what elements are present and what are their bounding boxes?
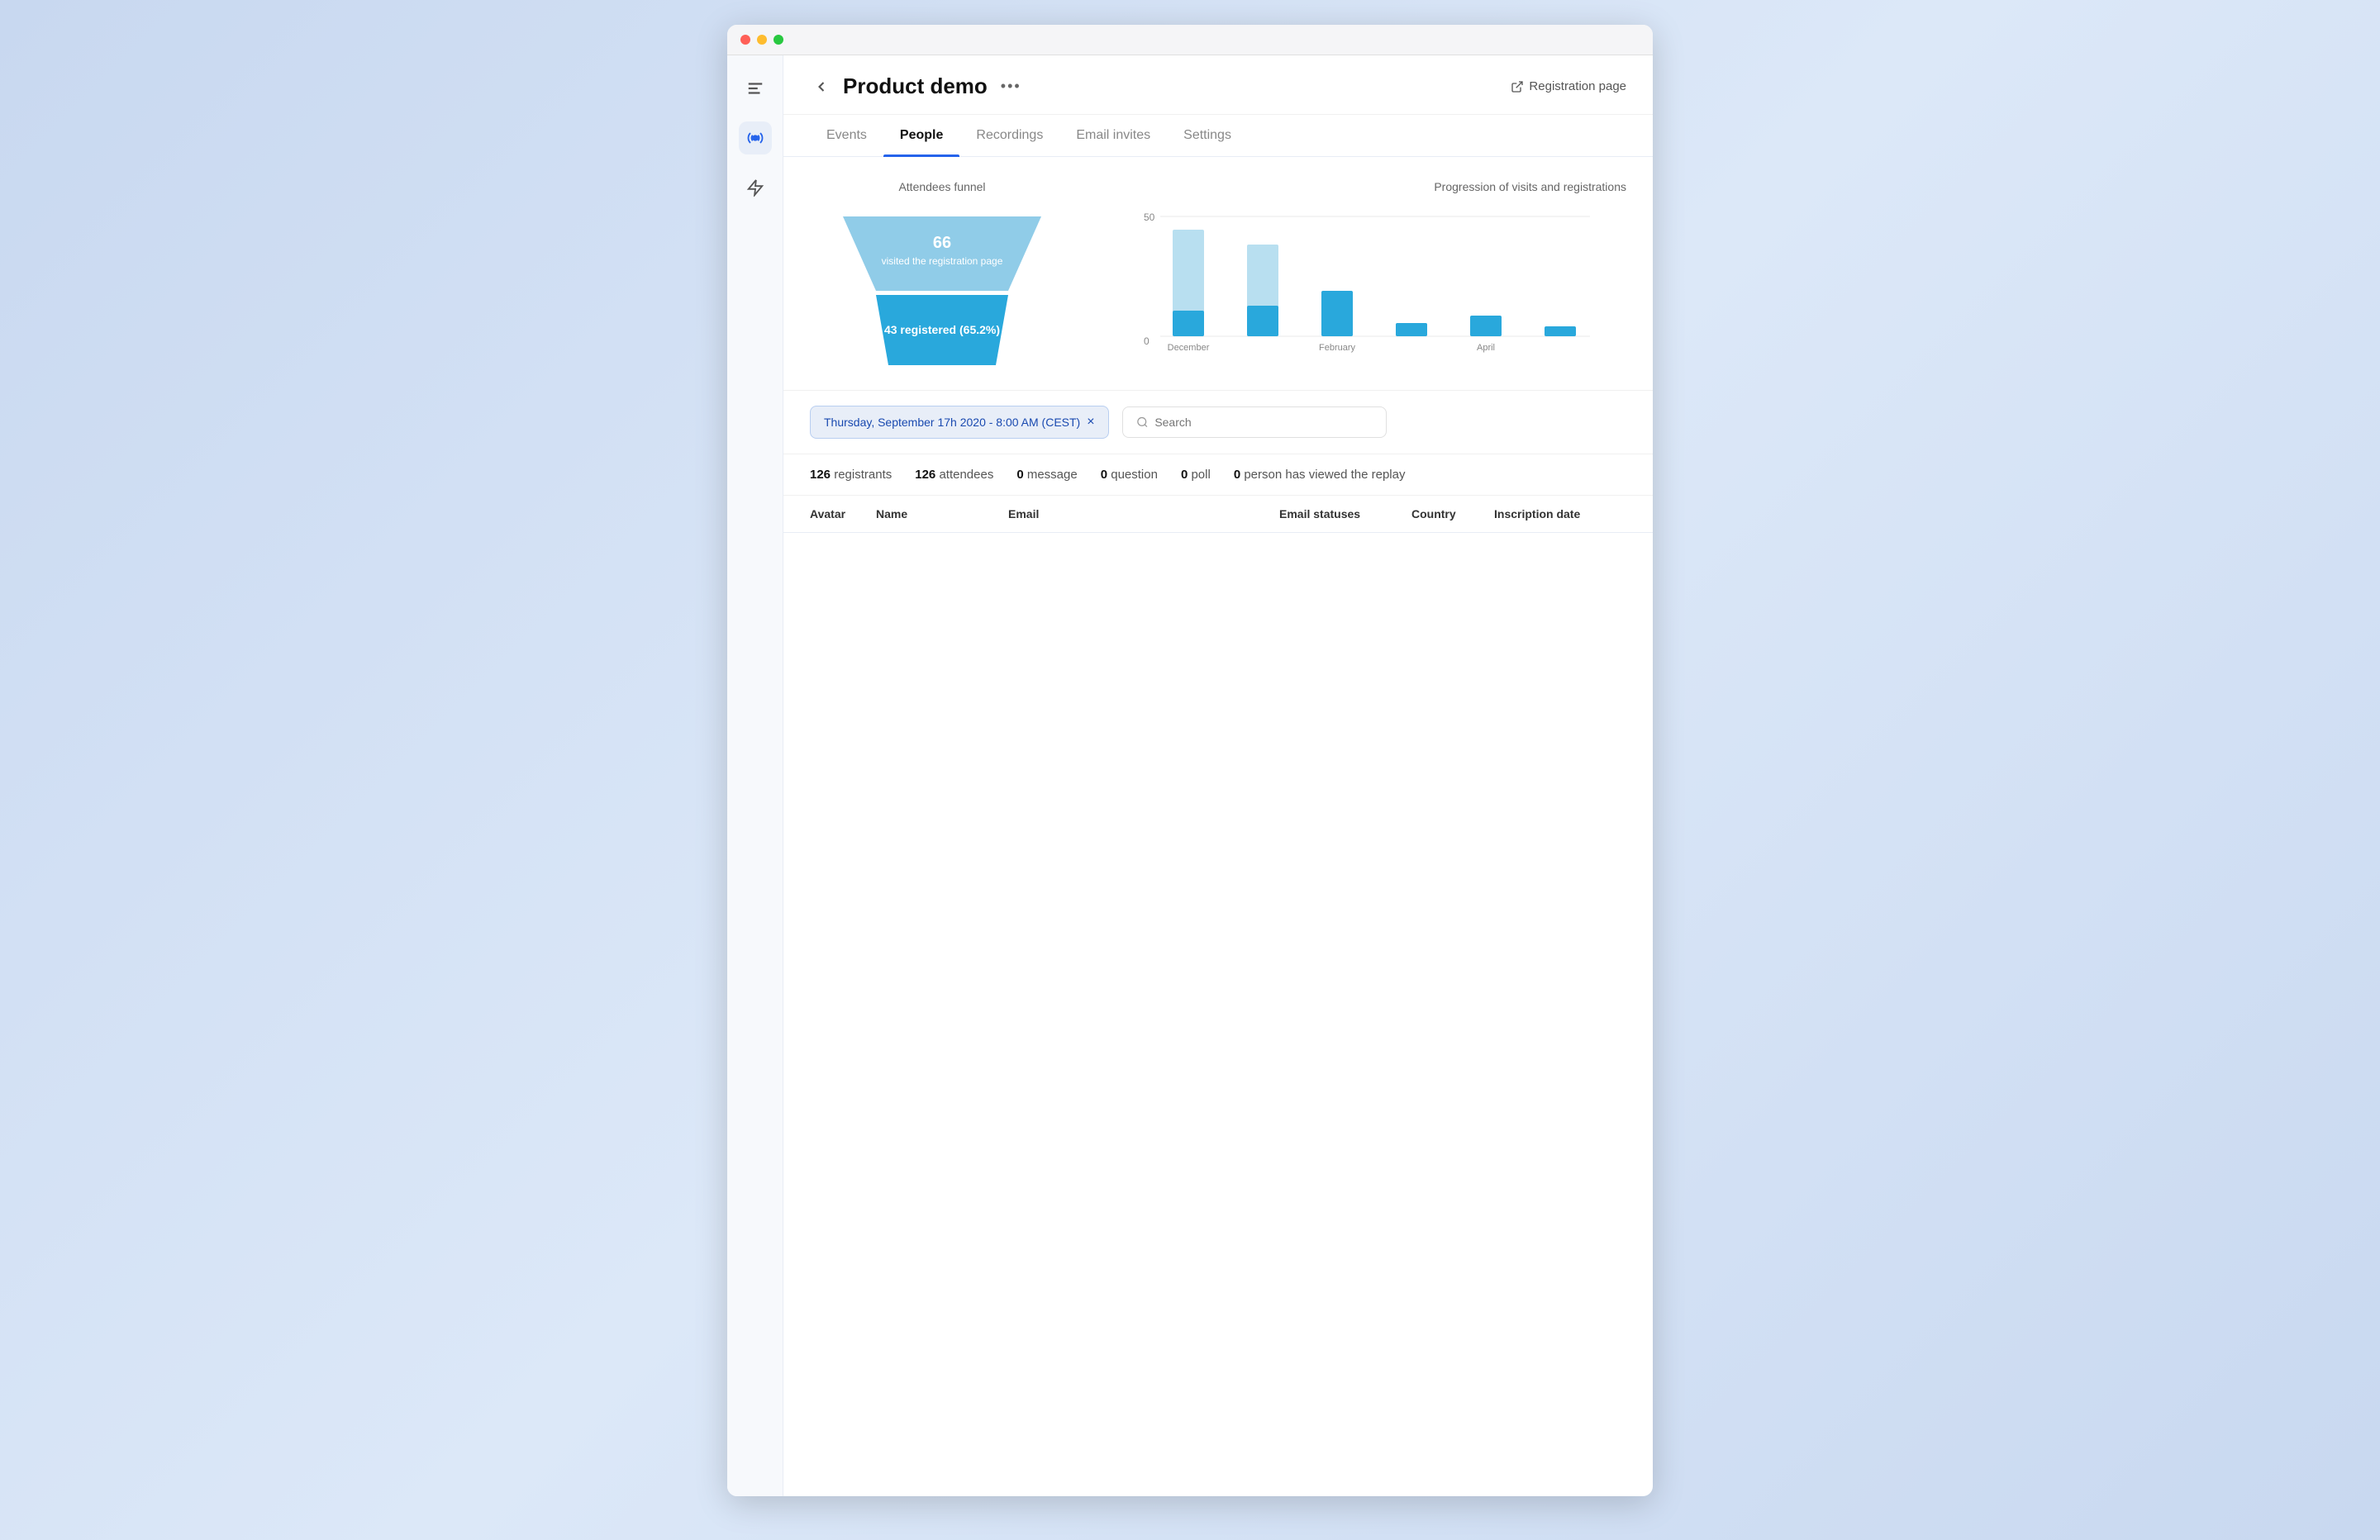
stat-question: 0 question: [1101, 468, 1158, 482]
table-header: Avatar Name Email Email statuses Country…: [783, 496, 1653, 533]
page-header-left: Product demo •••: [810, 74, 1021, 99]
filter-close-button[interactable]: ×: [1087, 415, 1094, 430]
stat-poll: 0 poll: [1181, 468, 1211, 482]
svg-text:50: 50: [1144, 212, 1155, 223]
svg-text:0: 0: [1144, 335, 1150, 347]
maximize-dot[interactable]: [774, 35, 783, 45]
tab-people[interactable]: People: [883, 115, 959, 156]
page-title: Product demo: [843, 74, 988, 99]
search-icon: [1136, 416, 1149, 429]
page-header: Product demo ••• Registration page: [783, 55, 1653, 115]
tabs: Events People Recordings Email invites S…: [783, 115, 1653, 157]
svg-text:66: 66: [933, 234, 951, 252]
stat-message-value: 0: [1016, 468, 1023, 482]
filter-tag-label: Thursday, September 17h 2020 - 8:00 AM (…: [824, 416, 1080, 429]
back-button[interactable]: [810, 75, 833, 98]
stat-attendees-value: 126: [915, 468, 935, 482]
stat-replay: 0 person has viewed the replay: [1234, 468, 1406, 482]
sidebar-icon-broadcast[interactable]: [739, 121, 772, 154]
stat-question-label: question: [1111, 468, 1158, 482]
stat-message-label: message: [1027, 468, 1078, 482]
funnel-title: Attendees funnel: [810, 180, 1074, 193]
stat-attendees: 126 attendees: [915, 468, 993, 482]
bar-chart-svg: 50 0 December: [1107, 208, 1626, 357]
stat-replay-value: 0: [1234, 468, 1240, 482]
svg-text:visited the registration page: visited the registration page: [882, 255, 1003, 267]
stat-poll-value: 0: [1181, 468, 1188, 482]
stat-registrants: 126 registrants: [810, 468, 892, 482]
sidebar-icon-lightning[interactable]: [739, 171, 772, 204]
bar-chart-wrapper: 50 0 December: [1107, 208, 1626, 373]
search-input[interactable]: [1154, 416, 1372, 429]
funnel-svg: 66 visited the registration page 43 regi…: [835, 208, 1050, 373]
filter-tag[interactable]: Thursday, September 17h 2020 - 8:00 AM (…: [810, 406, 1109, 439]
chart-area: Progression of visits and registrations …: [1107, 180, 1626, 373]
svg-text:43 registered (65.2%): 43 registered (65.2%): [884, 323, 1000, 336]
main-content: Product demo ••• Registration page Event…: [783, 55, 1653, 1496]
col-header-country: Country: [1411, 507, 1494, 520]
stat-message: 0 message: [1016, 468, 1077, 482]
chart-title: Progression of visits and registrations: [1107, 180, 1626, 193]
stat-replay-label: person has viewed the replay: [1244, 468, 1405, 482]
titlebar: [727, 25, 1653, 55]
close-dot[interactable]: [740, 35, 750, 45]
svg-text:December: December: [1168, 343, 1210, 353]
col-header-email: Email: [1008, 507, 1279, 520]
charts-section: Attendees funnel 66 visited the registra…: [783, 157, 1653, 391]
stat-attendees-label: attendees: [939, 468, 993, 482]
tab-settings[interactable]: Settings: [1167, 115, 1248, 156]
stat-question-value: 0: [1101, 468, 1107, 482]
sidebar: [727, 55, 783, 1496]
more-button[interactable]: •••: [1001, 78, 1021, 95]
svg-text:April: April: [1477, 343, 1495, 353]
minimize-dot[interactable]: [757, 35, 767, 45]
stats-row: 126 registrants 126 attendees 0 message …: [783, 454, 1653, 496]
funnel-container: 66 visited the registration page 43 regi…: [810, 208, 1074, 373]
col-header-date: Inscription date: [1494, 507, 1626, 520]
app-layout: Product demo ••• Registration page Event…: [727, 55, 1653, 1496]
stat-registrants-label: registrants: [834, 468, 892, 482]
stat-poll-label: poll: [1191, 468, 1210, 482]
tab-email-invites[interactable]: Email invites: [1059, 115, 1167, 156]
svg-text:February: February: [1319, 343, 1356, 353]
stat-registrants-value: 126: [810, 468, 831, 482]
search-box: [1122, 406, 1387, 438]
tab-events[interactable]: Events: [810, 115, 883, 156]
external-link-icon: [1511, 80, 1524, 93]
col-header-name: Name: [876, 507, 1008, 520]
registration-page-link[interactable]: Registration page: [1511, 79, 1626, 93]
col-header-email-status: Email statuses: [1279, 507, 1411, 520]
sidebar-icon-menu[interactable]: [739, 72, 772, 105]
tab-recordings[interactable]: Recordings: [959, 115, 1059, 156]
registration-page-label: Registration page: [1529, 79, 1626, 93]
filter-row: Thursday, September 17h 2020 - 8:00 AM (…: [783, 391, 1653, 454]
funnel-area: Attendees funnel 66 visited the registra…: [810, 180, 1074, 373]
col-header-avatar: Avatar: [810, 507, 876, 520]
app-window: Product demo ••• Registration page Event…: [727, 25, 1653, 1496]
